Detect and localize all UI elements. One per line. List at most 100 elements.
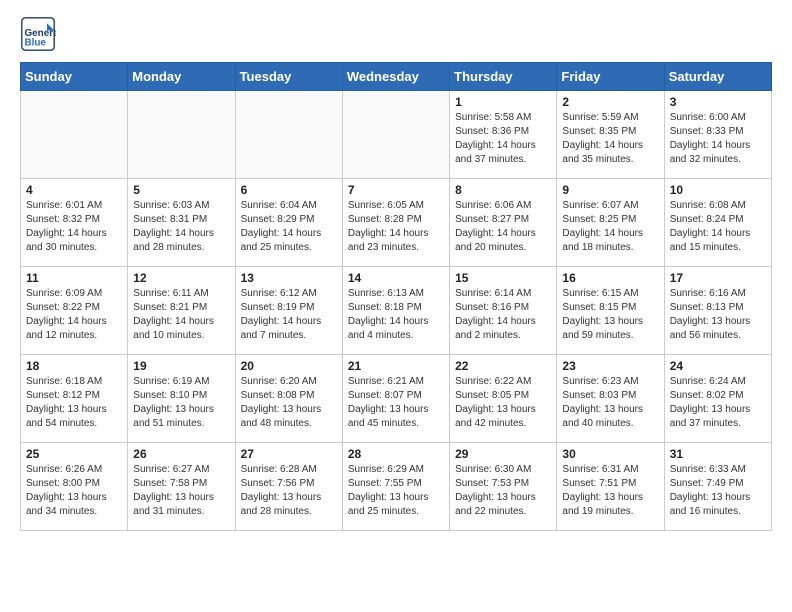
day-info: Sunrise: 6:18 AMSunset: 8:12 PMDaylight:… — [26, 375, 122, 431]
day-info: Sunrise: 6:29 AMSunset: 7:55 PMDaylight:… — [348, 463, 444, 519]
calendar-cell — [21, 91, 128, 179]
day-number: 7 — [348, 183, 444, 197]
calendar-cell: 14Sunrise: 6:13 AMSunset: 8:18 PMDayligh… — [342, 267, 449, 355]
calendar-week: 11 Sunrise: 6:09 AMSunset: 8:22 PMDayligh… — [21, 267, 772, 355]
day-number: 5 — [133, 183, 229, 197]
day-info: Sunrise: 6:20 AMSunset: 8:08 PMDaylight:… — [241, 375, 337, 431]
page: General Blue SundayMondayTuesdayWednesda… — [0, 0, 792, 547]
day-info: Sunrise: 6:05 AMSunset: 8:28 PMDaylight:… — [348, 199, 444, 255]
day-number: 3 — [670, 95, 766, 109]
day-number: 27 — [241, 447, 337, 461]
calendar-cell: 16 Sunrise: 6:15 AMSunset: 8:15 PMDayligh… — [557, 267, 664, 355]
day-info: Sunrise: 6:11 AMSunset: 8:21 PMDaylight:… — [133, 287, 229, 343]
day-info: Sunrise: 6:27 AMSunset: 7:58 PMDaylight:… — [133, 463, 229, 519]
svg-text:Blue: Blue — [25, 38, 47, 49]
calendar-cell: 18 Sunrise: 6:18 AMSunset: 8:12 PMDayligh… — [21, 355, 128, 443]
day-info: Sunrise: 6:22 AMSunset: 8:05 PMDaylight:… — [455, 375, 551, 431]
day-number: 18 — [26, 359, 122, 373]
day-info: Sunrise: 6:09 AMSunset: 8:22 PMDaylight:… — [26, 287, 122, 343]
day-number: 2 — [562, 95, 658, 109]
day-info: Sunrise: 6:07 AMSunset: 8:25 PMDaylight:… — [562, 199, 658, 255]
weekday-header: Tuesday — [235, 63, 342, 91]
day-info: Sunrise: 6:19 AMSunset: 8:10 PMDaylight:… — [133, 375, 229, 431]
day-number: 23 — [562, 359, 658, 373]
calendar-cell: 30 Sunrise: 6:31 AMSunset: 7:51 PMDayligh… — [557, 443, 664, 531]
calendar-cell: 28Sunrise: 6:29 AMSunset: 7:55 PMDayligh… — [342, 443, 449, 531]
calendar-cell: 23 Sunrise: 6:23 AMSunset: 8:03 PMDayligh… — [557, 355, 664, 443]
day-info: Sunrise: 6:26 AMSunset: 8:00 PMDaylight:… — [26, 463, 122, 519]
day-info: Sunrise: 6:15 AMSunset: 8:15 PMDaylight:… — [562, 287, 658, 343]
weekday-header: Saturday — [664, 63, 771, 91]
day-info: Sunrise: 6:21 AMSunset: 8:07 PMDaylight:… — [348, 375, 444, 431]
day-number: 6 — [241, 183, 337, 197]
day-number: 9 — [562, 183, 658, 197]
day-info: Sunrise: 6:33 AMSunset: 7:49 PMDaylight:… — [670, 463, 766, 519]
day-info: Sunrise: 6:14 AMSunset: 8:16 PMDaylight:… — [455, 287, 551, 343]
day-number: 29 — [455, 447, 551, 461]
calendar-week: 18 Sunrise: 6:18 AMSunset: 8:12 PMDayligh… — [21, 355, 772, 443]
calendar-header: SundayMondayTuesdayWednesdayThursdayFrid… — [21, 63, 772, 91]
day-info: Sunrise: 6:30 AMSunset: 7:53 PMDaylight:… — [455, 463, 551, 519]
day-number: 16 — [562, 271, 658, 285]
day-number: 31 — [670, 447, 766, 461]
calendar-cell: 19 Sunrise: 6:19 AMSunset: 8:10 PMDayligh… — [128, 355, 235, 443]
calendar-body: 1 Sunrise: 5:58 AMSunset: 8:36 PMDaylight… — [21, 91, 772, 531]
day-number: 25 — [26, 447, 122, 461]
calendar-cell — [128, 91, 235, 179]
calendar-week: 1 Sunrise: 5:58 AMSunset: 8:36 PMDaylight… — [21, 91, 772, 179]
day-info: Sunrise: 6:28 AMSunset: 7:56 PMDaylight:… — [241, 463, 337, 519]
logo-icon: General Blue — [20, 16, 56, 52]
weekday-header: Monday — [128, 63, 235, 91]
calendar-cell: 12Sunrise: 6:11 AMSunset: 8:21 PMDayligh… — [128, 267, 235, 355]
day-info: Sunrise: 5:59 AMSunset: 8:35 PMDaylight:… — [562, 111, 658, 167]
calendar-cell: 3 Sunrise: 6:00 AMSunset: 8:33 PMDaylight… — [664, 91, 771, 179]
calendar-cell: 15 Sunrise: 6:14 AMSunset: 8:16 PMDayligh… — [450, 267, 557, 355]
calendar-cell: 31 Sunrise: 6:33 AMSunset: 7:49 PMDayligh… — [664, 443, 771, 531]
day-number: 10 — [670, 183, 766, 197]
calendar-cell: 9 Sunrise: 6:07 AMSunset: 8:25 PMDaylight… — [557, 179, 664, 267]
day-info: Sunrise: 6:04 AMSunset: 8:29 PMDaylight:… — [241, 199, 337, 255]
weekday-row: SundayMondayTuesdayWednesdayThursdayFrid… — [21, 63, 772, 91]
weekday-header: Friday — [557, 63, 664, 91]
day-number: 20 — [241, 359, 337, 373]
day-info: Sunrise: 6:31 AMSunset: 7:51 PMDaylight:… — [562, 463, 658, 519]
day-info: Sunrise: 6:13 AMSunset: 8:18 PMDaylight:… — [348, 287, 444, 343]
day-number: 1 — [455, 95, 551, 109]
calendar-cell: 7 Sunrise: 6:05 AMSunset: 8:28 PMDaylight… — [342, 179, 449, 267]
day-number: 4 — [26, 183, 122, 197]
calendar-week: 25 Sunrise: 6:26 AMSunset: 8:00 PMDayligh… — [21, 443, 772, 531]
day-number: 8 — [455, 183, 551, 197]
day-info: Sunrise: 6:03 AMSunset: 8:31 PMDaylight:… — [133, 199, 229, 255]
day-number: 15 — [455, 271, 551, 285]
calendar-cell — [342, 91, 449, 179]
calendar-cell: 22Sunrise: 6:22 AMSunset: 8:05 PMDayligh… — [450, 355, 557, 443]
day-info: Sunrise: 6:16 AMSunset: 8:13 PMDaylight:… — [670, 287, 766, 343]
day-info: Sunrise: 6:01 AMSunset: 8:32 PMDaylight:… — [26, 199, 122, 255]
day-number: 13 — [241, 271, 337, 285]
day-number: 26 — [133, 447, 229, 461]
day-info: Sunrise: 6:06 AMSunset: 8:27 PMDaylight:… — [455, 199, 551, 255]
header: General Blue — [20, 16, 772, 52]
day-info: Sunrise: 6:00 AMSunset: 8:33 PMDaylight:… — [670, 111, 766, 167]
calendar-cell: 10Sunrise: 6:08 AMSunset: 8:24 PMDayligh… — [664, 179, 771, 267]
calendar-cell: 1 Sunrise: 5:58 AMSunset: 8:36 PMDaylight… — [450, 91, 557, 179]
calendar-cell: 4 Sunrise: 6:01 AMSunset: 8:32 PMDaylight… — [21, 179, 128, 267]
calendar-cell: 8 Sunrise: 6:06 AMSunset: 8:27 PMDaylight… — [450, 179, 557, 267]
day-number: 19 — [133, 359, 229, 373]
day-info: Sunrise: 5:58 AMSunset: 8:36 PMDaylight:… — [455, 111, 551, 167]
day-info: Sunrise: 6:23 AMSunset: 8:03 PMDaylight:… — [562, 375, 658, 431]
day-number: 11 — [26, 271, 122, 285]
day-number: 24 — [670, 359, 766, 373]
day-info: Sunrise: 6:12 AMSunset: 8:19 PMDaylight:… — [241, 287, 337, 343]
calendar-cell: 17 Sunrise: 6:16 AMSunset: 8:13 PMDayligh… — [664, 267, 771, 355]
logo: General Blue — [20, 16, 60, 52]
day-number: 30 — [562, 447, 658, 461]
calendar-cell — [235, 91, 342, 179]
weekday-header: Thursday — [450, 63, 557, 91]
calendar-cell: 11 Sunrise: 6:09 AMSunset: 8:22 PMDayligh… — [21, 267, 128, 355]
day-number: 17 — [670, 271, 766, 285]
calendar-cell: 25 Sunrise: 6:26 AMSunset: 8:00 PMDayligh… — [21, 443, 128, 531]
calendar-cell: 6 Sunrise: 6:04 AMSunset: 8:29 PMDaylight… — [235, 179, 342, 267]
calendar-cell: 21Sunrise: 6:21 AMSunset: 8:07 PMDayligh… — [342, 355, 449, 443]
calendar-cell: 29 Sunrise: 6:30 AMSunset: 7:53 PMDayligh… — [450, 443, 557, 531]
